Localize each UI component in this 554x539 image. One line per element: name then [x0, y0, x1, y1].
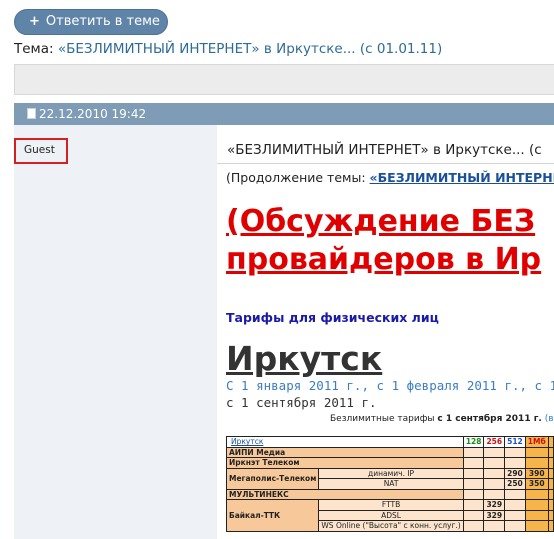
city-heading: Иркутск	[226, 339, 383, 378]
table-cell	[547, 488, 554, 500]
table-cell	[462, 499, 485, 511]
plus-icon: +	[29, 14, 40, 29]
post-content: «БЕЗЛИМИТНЫЙ ИНТЕРНЕТ» в Иркутске... (с …	[217, 125, 554, 539]
provider-name: Иркнэт Телеком	[226, 457, 464, 469]
value-512: 290	[504, 467, 526, 479]
table-caption-date: с 1 сентября 2011 г.	[437, 414, 542, 424]
table-header-city[interactable]: Иркутск	[226, 436, 464, 448]
post-author-sidebar	[14, 125, 217, 539]
table-row: Иркнэт Телеком	[226, 457, 554, 469]
continuation-line: (Продолжение темы: «БЕЗЛИМИТНЫЙ ИНТЕРНЕТ	[226, 170, 554, 185]
continuation-prefix: (Продолжение темы:	[226, 170, 366, 185]
value-256: 329	[483, 499, 506, 511]
table-cell	[547, 457, 554, 469]
table-cell	[547, 478, 554, 490]
table-cell	[547, 436, 554, 448]
table-cell	[524, 488, 549, 500]
table-row: Байкал-ТТК FTTB 329	[225, 499, 554, 532]
reply-button-label: Ответить в теме	[45, 14, 160, 29]
navigation-bar	[14, 64, 554, 95]
table-cell	[547, 446, 554, 458]
table-cell	[547, 509, 554, 521]
table-cell	[483, 478, 506, 490]
reply-in-topic-button[interactable]: + Ответить в теме	[14, 9, 168, 35]
document-icon	[27, 108, 36, 119]
table-cell	[462, 509, 485, 521]
value-1mb: 350	[524, 478, 549, 490]
table-caption-prefix: Безлимитные тарифы	[330, 414, 435, 424]
table-cell	[462, 520, 485, 532]
table-cell	[504, 520, 526, 532]
table-cell	[462, 478, 485, 490]
table-cell	[547, 520, 554, 532]
tariff-sub: FTTB	[318, 499, 464, 511]
speed-1mb: 1Мб	[524, 436, 549, 448]
provider-name: Мегаполис-Телеком	[225, 467, 320, 490]
table-cell	[504, 446, 526, 458]
continuation-link[interactable]: «БЕЗЛИМИТНЫЙ ИНТЕРНЕТ	[370, 170, 554, 185]
tariff-sub: WS Online ("Высота" с конн. услуг.)	[318, 520, 464, 532]
tariff-sub: динамич. IP	[318, 467, 464, 479]
post-author-name[interactable]: Guest	[14, 138, 68, 164]
post-divider	[217, 163, 554, 164]
speed-256: 256	[483, 436, 506, 448]
topic-title-link[interactable]: «БЕЗЛИМИТНЫЙ ИНТЕРНЕТ» в Иркутске... (с …	[58, 41, 442, 57]
speed-512: 512	[504, 436, 526, 448]
table-cell	[483, 488, 506, 500]
provider-name: Байкал-ТТК	[225, 499, 320, 532]
tariff-sub: NAT	[318, 478, 464, 490]
value-512: 250	[504, 478, 526, 490]
table-cell	[462, 446, 485, 458]
dates-line-1: С 1 января 2011 г., с 1 февраля 2011 г.,…	[226, 378, 554, 393]
table-cell	[504, 488, 526, 500]
table-row: МУЛЬТИНЕКС	[226, 488, 554, 500]
dates-line-2: с 1 сентября 2011 г.	[226, 395, 377, 410]
table-caption-city: (в г. И	[544, 414, 554, 424]
table-cell	[483, 520, 506, 532]
table-cell	[504, 499, 526, 511]
tariffs-link[interactable]: Тарифы для физических лиц	[226, 310, 439, 325]
topic-title-line: Тема: «БЕЗЛИМИТНЫЙ ИНТЕРНЕТ» в Иркутске.…	[14, 41, 442, 57]
table-row: Мегаполис-Телеком динамич. IP 290 390	[225, 467, 554, 490]
table-row: АИПИ Медиа	[226, 446, 554, 458]
table-cell	[483, 467, 506, 479]
table-cell	[504, 457, 526, 469]
table-cell	[524, 520, 549, 532]
table-cell	[462, 488, 485, 500]
value-256: 329	[483, 509, 506, 521]
table-cell	[524, 499, 549, 511]
table-cell	[462, 457, 485, 469]
post-header: 22.12.2010 19:42	[14, 103, 554, 125]
tariff-sub: ADSL	[318, 509, 464, 521]
discussion-heading-line2: провайдеров в Ир	[226, 242, 542, 277]
table-cell	[524, 457, 549, 469]
table-cell	[524, 509, 549, 521]
table-cell	[504, 509, 526, 521]
table-cell	[483, 457, 506, 469]
table-cell	[524, 446, 549, 458]
provider-name: АИПИ Медиа	[226, 446, 464, 458]
table-cell	[547, 467, 554, 479]
table-header-row: Иркутск 128 256 512 1Мб	[226, 436, 554, 448]
table-caption: Безлимитные тарифы с 1 сентября 2011 г. …	[330, 414, 554, 424]
tariff-table: Иркутск 128 256 512 1Мб АИПИ Медиа Иркнэ…	[225, 436, 554, 532]
post-title: «БЕЗЛИМИТНЫЙ ИНТЕРНЕТ» в Иркутске... (с	[227, 142, 542, 158]
post-date: 22.12.2010 19:42	[39, 107, 147, 121]
discussion-heading-line1: (Обсуждение БЕЗ	[226, 204, 536, 239]
speed-128: 128	[462, 436, 485, 448]
topic-prefix: Тема:	[14, 41, 54, 57]
discussion-heading: (Обсуждение БЕЗ провайдеров в Ир	[226, 203, 541, 279]
table-cell	[547, 499, 554, 511]
table-cell	[462, 467, 485, 479]
provider-name: МУЛЬТИНЕКС	[226, 488, 464, 500]
table-cell	[483, 446, 506, 458]
value-1mb: 390	[524, 467, 549, 479]
